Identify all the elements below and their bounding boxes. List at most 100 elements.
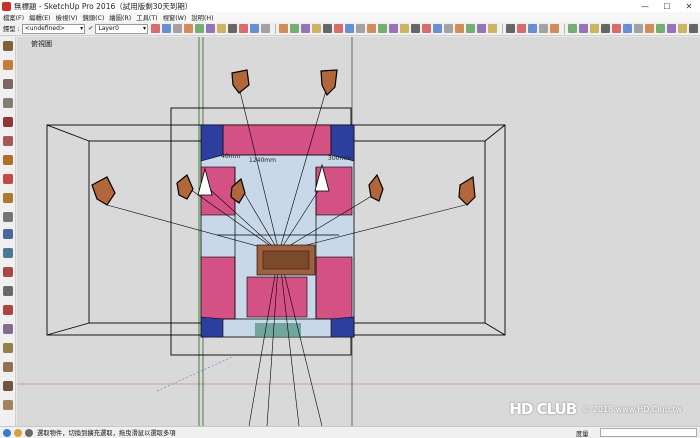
blue-axis-line: [156, 356, 233, 392]
style-select[interactable]: <undefined> ▾: [21, 23, 86, 34]
text-tool-icon[interactable]: [3, 229, 13, 239]
floor-strip: [255, 323, 301, 337]
circle-icon[interactable]: [356, 24, 365, 33]
eraser-icon[interactable]: [312, 24, 321, 33]
freehand-tool-icon[interactable]: [3, 79, 13, 89]
drawing-viewport[interactable]: 40mm 1240mm 300mm 俯視圖 HD CLUB © 2018 www…: [17, 37, 700, 426]
rotate-icon[interactable]: [400, 24, 409, 33]
menu-help[interactable]: 說明(H): [191, 13, 213, 22]
model-canvas[interactable]: 40mm 1240mm 300mm: [17, 37, 700, 426]
move-icon[interactable]: [389, 24, 398, 33]
scene-tab-label[interactable]: 俯視圖: [31, 39, 52, 49]
previous-tool-icon[interactable]: [3, 305, 13, 315]
zoom-extents-icon[interactable]: [550, 24, 559, 33]
look-around-tool-icon[interactable]: [3, 324, 13, 334]
window-controls: — ☐ ✕: [634, 0, 700, 12]
push-pull-icon[interactable]: [378, 24, 387, 33]
menu-window[interactable]: 視窗(W): [163, 13, 187, 22]
geolocation-icon[interactable]: [14, 428, 22, 437]
scale-icon[interactable]: [411, 24, 420, 33]
maximize-button[interactable]: ☐: [656, 0, 678, 12]
dim-label-2: 1240mm: [249, 157, 276, 164]
open-icon[interactable]: [162, 24, 171, 33]
wireframe-icon[interactable]: [645, 24, 654, 33]
undo-icon[interactable]: [228, 24, 237, 33]
3d-text-tool-icon[interactable]: [3, 248, 13, 258]
follow-me-tool-icon[interactable]: [3, 155, 13, 165]
listening-position: [256, 244, 316, 276]
shaded-icon[interactable]: [667, 24, 676, 33]
chevron-down-icon: ▾: [80, 24, 84, 32]
orbit-icon[interactable]: [506, 24, 515, 33]
add-detail-tool-icon[interactable]: [3, 381, 13, 391]
menu-view[interactable]: 檢視(V): [56, 13, 78, 22]
paste-icon[interactable]: [206, 24, 215, 33]
dim-label-3: 300mm: [328, 155, 351, 162]
cut-icon[interactable]: [184, 24, 193, 33]
copy-icon[interactable]: [195, 24, 204, 33]
make-component-icon[interactable]: [290, 24, 299, 33]
rotate-tool-icon[interactable]: [3, 174, 13, 184]
menu-camera[interactable]: 鏡頭(C): [82, 13, 104, 22]
menu-file[interactable]: 檔案(F): [3, 13, 24, 22]
right-icon[interactable]: [601, 24, 610, 33]
rectangle-icon[interactable]: [323, 24, 332, 33]
model-info-icon[interactable]: [261, 24, 270, 33]
erase-icon[interactable]: [217, 24, 226, 33]
menu-edit[interactable]: 編輯(E): [29, 13, 51, 22]
text-icon[interactable]: [466, 24, 475, 33]
dimension-icon[interactable]: [444, 24, 453, 33]
terrain-tool-icon[interactable]: [3, 362, 13, 372]
arc-icon[interactable]: [345, 24, 354, 33]
zoom-window-tool-icon[interactable]: [3, 286, 13, 296]
axes-icon[interactable]: [477, 24, 486, 33]
rotated-rectangle-tool-icon[interactable]: [3, 98, 13, 108]
style-label: 鏢型 :: [3, 26, 20, 33]
xray-icon[interactable]: [634, 24, 643, 33]
polygon-tool-icon[interactable]: [3, 117, 13, 127]
watermark-text: © 2018 www.HD.Club.tw: [582, 404, 682, 414]
back-icon[interactable]: [612, 24, 621, 33]
pan-tool-icon[interactable]: [3, 267, 13, 277]
section-tool-icon[interactable]: [3, 343, 13, 353]
menu-bar: 檔案(F) 編輯(E) 檢視(V) 鏡頭(C) 繪圖(R) 工具(T) 視窗(W…: [0, 12, 700, 22]
menu-draw[interactable]: 繪圖(R): [109, 13, 131, 22]
smoove-tool-icon[interactable]: [3, 400, 13, 410]
paint-tool-icon[interactable]: [3, 60, 13, 70]
textured-icon[interactable]: [678, 24, 687, 33]
zoom-window-icon[interactable]: [539, 24, 548, 33]
select-icon[interactable]: [279, 24, 288, 33]
new-icon[interactable]: [151, 24, 160, 33]
paint-icon[interactable]: [301, 24, 310, 33]
make-component-tool-icon[interactable]: [3, 41, 13, 51]
title-bar: 無標題 - SketchUp Pro 2016（試用版剩30天到期） — ☐ ✕: [0, 0, 700, 12]
save-icon[interactable]: [173, 24, 182, 33]
polygon-icon[interactable]: [367, 24, 376, 33]
left-icon[interactable]: [623, 24, 632, 33]
offset-tool-icon[interactable]: [3, 193, 13, 203]
menu-tools[interactable]: 工具(T): [136, 13, 157, 22]
line-icon[interactable]: [334, 24, 343, 33]
print-icon[interactable]: [250, 24, 259, 33]
hidden-icon[interactable]: [656, 24, 665, 33]
info-icon[interactable]: [3, 428, 11, 437]
toolbar-separator: [564, 23, 565, 34]
tape-icon[interactable]: [433, 24, 442, 33]
pan-icon[interactable]: [517, 24, 526, 33]
pie-tool-icon[interactable]: [3, 136, 13, 146]
close-button[interactable]: ✕: [678, 0, 700, 12]
dimension-tool-icon[interactable]: [3, 212, 13, 222]
iso-icon[interactable]: [568, 24, 577, 33]
offset-icon[interactable]: [422, 24, 431, 33]
section-icon[interactable]: [488, 24, 497, 33]
protractor-icon[interactable]: [455, 24, 464, 33]
zoom-icon[interactable]: [528, 24, 537, 33]
front-icon[interactable]: [590, 24, 599, 33]
credits-icon[interactable]: [25, 428, 33, 437]
top-icon[interactable]: [579, 24, 588, 33]
mono-icon[interactable]: [689, 24, 698, 33]
measurements-input[interactable]: [600, 428, 697, 437]
minimize-button[interactable]: —: [634, 0, 656, 12]
redo-icon[interactable]: [239, 24, 248, 33]
layer-select[interactable]: Layer0 ▾: [95, 23, 148, 34]
